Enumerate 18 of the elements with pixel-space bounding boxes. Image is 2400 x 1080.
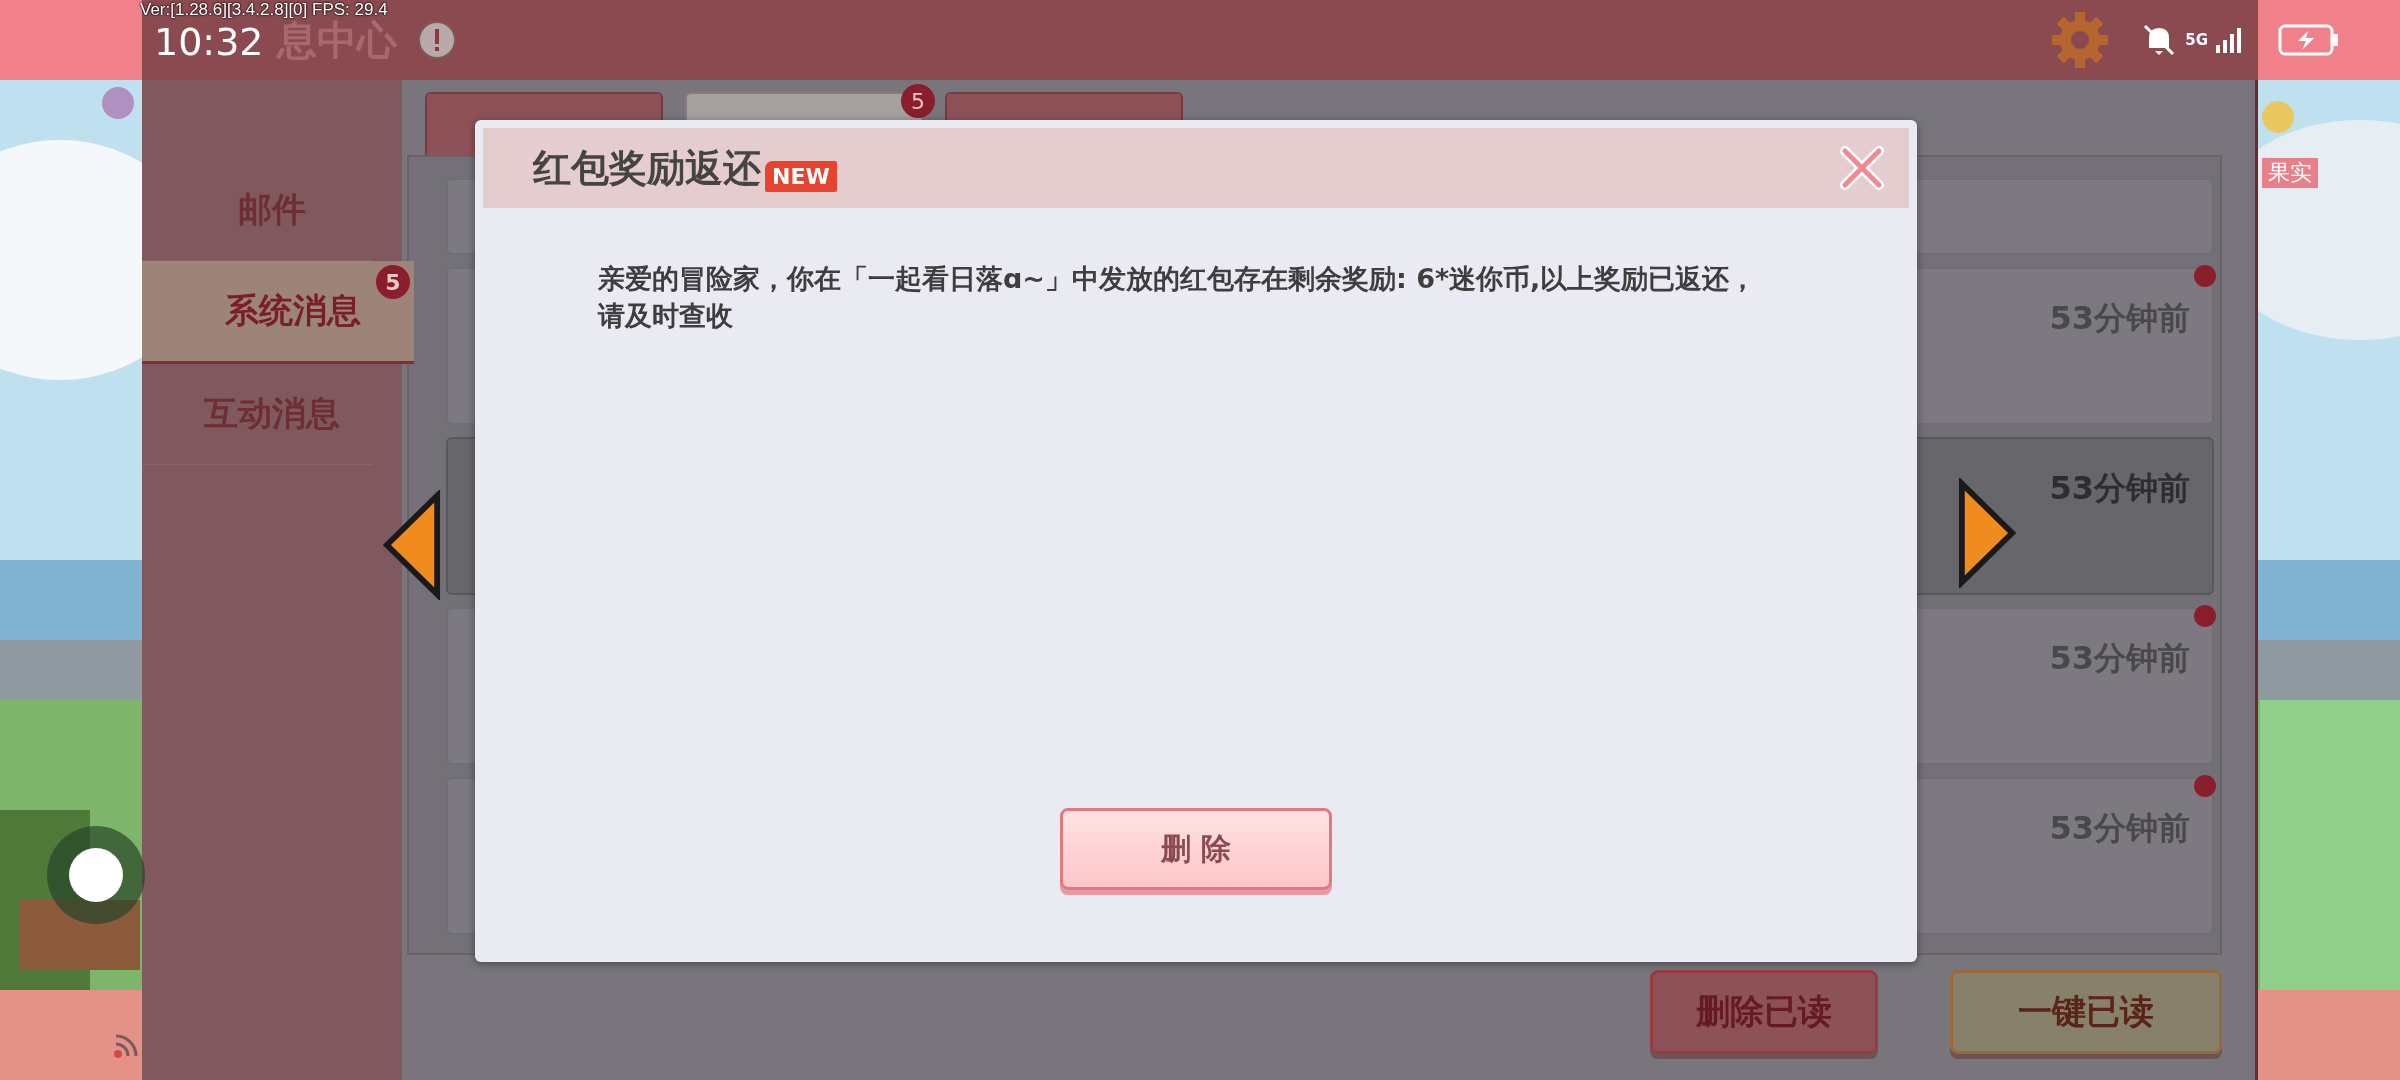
info-icon[interactable] — [417, 20, 457, 60]
dialog-title: 红包奖励返还 — [533, 144, 761, 192]
new-badge: NEW — [765, 160, 837, 192]
network-label: 5G — [2185, 31, 2208, 49]
message-text: 亲爱的冒险家，你在「一起看日落ɑ~」中发放的红包存在剩余奖励: 6*迷你币,以上奖励已返还，请及时查收 — [598, 262, 1758, 333]
count-badge: 5 — [901, 84, 935, 118]
next-arrow-icon[interactable] — [1958, 478, 2016, 588]
clock-time: 10:32 — [154, 20, 264, 64]
avatar-icon[interactable] — [101, 86, 135, 120]
side-label: 果实 — [2262, 158, 2318, 188]
joystick-knob[interactable] — [69, 848, 123, 902]
message-time: 53分钟前 — [2049, 468, 2190, 509]
battery-icon — [2278, 23, 2340, 57]
sidebar-item[interactable]: 系统消息 5 — [142, 261, 414, 364]
previous-arrow-icon[interactable] — [383, 490, 441, 600]
count-badge: 5 — [376, 265, 410, 299]
close-icon[interactable] — [1837, 143, 1887, 193]
signal-icon — [2214, 25, 2244, 55]
